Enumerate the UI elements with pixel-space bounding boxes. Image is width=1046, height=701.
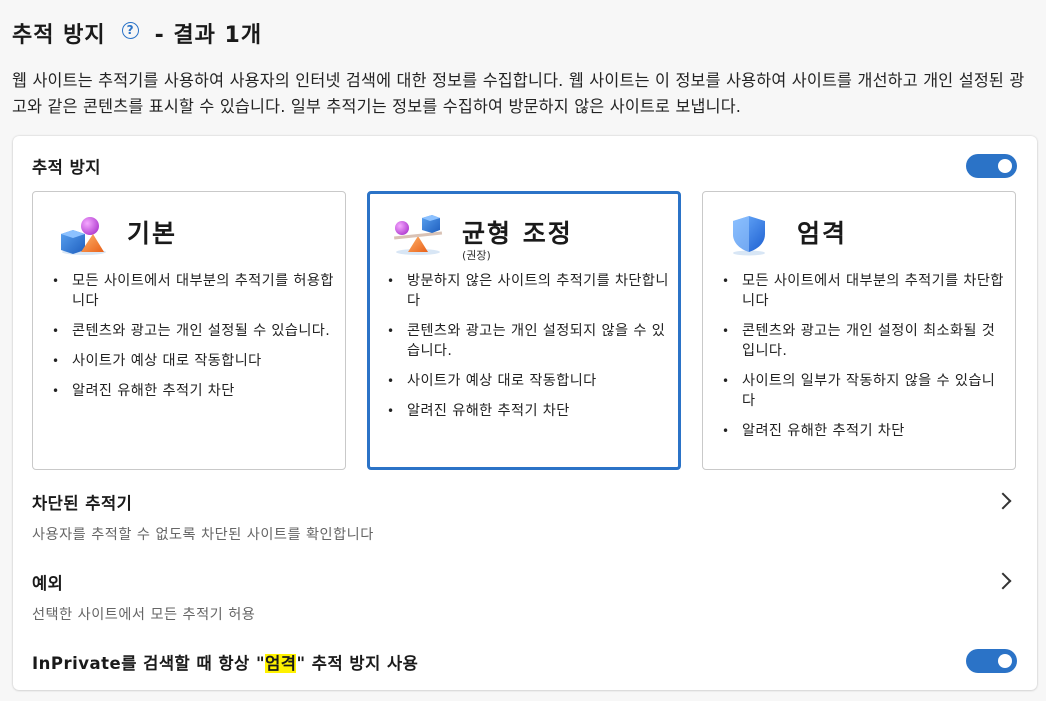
list-item: 콘텐츠와 광고는 개인 설정될 수 있습니다.	[52, 321, 334, 341]
recommended-label: (권장)	[462, 249, 491, 262]
page-header: 추적 방지 ? - 결과 1개	[12, 16, 262, 50]
list-item: 사이트가 예상 대로 작동합니다	[387, 371, 669, 391]
exceptions-title: 예외	[32, 574, 64, 593]
inprivate-label-text: " 추적 방지 사용	[296, 654, 419, 673]
toggle-knob	[998, 654, 1012, 668]
bullet-list: 모든 사이트에서 대부분의 추적기를 허용합니다 콘텐츠와 광고는 개인 설정될…	[48, 271, 334, 411]
blocked-trackers-title: 차단된 추적기	[32, 494, 133, 513]
list-item: 알려진 유해한 추적기 차단	[387, 401, 669, 421]
page-title: 추적 방지	[12, 23, 106, 48]
balance-scale-icon	[394, 215, 443, 255]
list-item: 방문하지 않은 사이트의 추적기를 차단합니다	[387, 271, 669, 311]
inprivate-strict-toggle[interactable]	[966, 649, 1017, 673]
list-item: 사이트의 일부가 작동하지 않을 수 있습니다	[722, 371, 1004, 411]
card-basic[interactable]: 기본 모든 사이트에서 대부분의 추적기를 허용합니다 콘텐츠와 광고는 개인 …	[32, 191, 346, 470]
result-count: - 결과 1개	[154, 23, 263, 48]
card-balanced[interactable]: 균형 조정 (권장) 방문하지 않은 사이트의 추적기를 차단합니다 콘텐츠와 …	[367, 191, 681, 470]
bullet-list: 방문하지 않은 사이트의 추적기를 차단합니다 콘텐츠와 광고는 개인 설정되지…	[383, 271, 669, 431]
tracking-prevention-label: 추적 방지	[32, 158, 101, 177]
list-item: 콘텐츠와 광고는 개인 설정되지 않을 수 있습니다.	[387, 321, 669, 361]
shield-icon	[733, 216, 765, 256]
chevron-right-icon[interactable]	[994, 492, 1012, 510]
inprivate-strict-label: InPrivate를 검색할 때 항상 "엄격" 추적 방지 사용	[32, 650, 418, 674]
bullet-list: 모든 사이트에서 대부분의 추적기를 차단합니다 콘텐츠와 광고는 개인 설정이…	[718, 271, 1004, 451]
list-item: 알려진 유해한 추적기 차단	[722, 421, 1004, 441]
chevron-right-icon[interactable]	[994, 572, 1012, 590]
list-item: 콘텐츠와 광고는 개인 설정이 최소화될 것입니다.	[722, 321, 1004, 361]
page-description: 웹 사이트는 추적기를 사용하여 사용자의 인터넷 검색에 대한 정보를 수집합…	[12, 71, 1025, 116]
card-title: 균형 조정	[462, 219, 573, 248]
toggle-knob	[998, 159, 1012, 173]
card-title: 기본	[127, 219, 178, 248]
help-circle-icon[interactable]: ?	[121, 21, 139, 39]
list-item: 알려진 유해한 추적기 차단	[52, 381, 334, 401]
card-title: 엄격	[797, 219, 848, 248]
list-item: 모든 사이트에서 대부분의 추적기를 허용합니다	[52, 271, 334, 311]
tracking-prevention-panel: 추적 방지 기본 모든 사이트에서 대부분	[13, 136, 1037, 690]
tracking-prevention-toggle[interactable]	[966, 154, 1017, 178]
list-item: 사이트가 예상 대로 작동합니다	[52, 351, 334, 371]
exceptions-subtitle: 선택한 사이트에서 모든 추적기 허용	[32, 607, 256, 623]
inprivate-label-text: InPrivate를 검색할 때 항상 "	[32, 654, 266, 673]
inprivate-label-highlight: 엄격	[265, 654, 297, 673]
card-strict[interactable]: 엄격 모든 사이트에서 대부분의 추적기를 차단합니다 콘텐츠와 광고는 개인 …	[702, 191, 1016, 470]
blocked-trackers-subtitle: 사용자를 추적할 수 없도록 차단된 사이트를 확인합니다	[32, 527, 374, 543]
list-item: 모든 사이트에서 대부분의 추적기를 차단합니다	[722, 271, 1004, 311]
shapes-basic-icon	[61, 217, 106, 255]
